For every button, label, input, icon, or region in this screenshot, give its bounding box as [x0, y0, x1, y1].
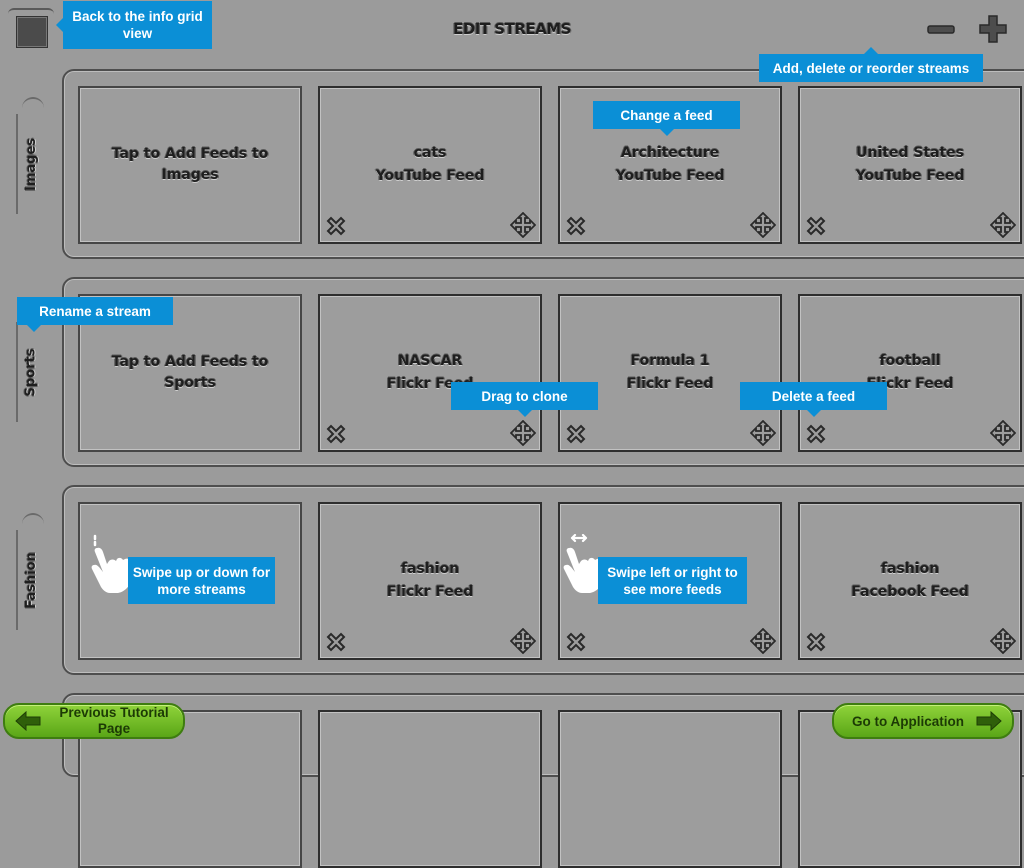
move-feed-icon[interactable]: [510, 420, 536, 446]
feed-label: cats YouTube Feed: [320, 142, 540, 188]
feed-title: fashion: [400, 561, 460, 577]
arrow-right-icon: [976, 711, 1002, 731]
feed-card[interactable]: fashion Flickr Feed: [318, 502, 542, 660]
feed-type: YouTube Feed: [855, 168, 965, 184]
feed-type: Facebook Feed: [851, 584, 969, 600]
feed-label: United States YouTube Feed: [800, 142, 1020, 188]
feed-card[interactable]: football Flickr Feed: [798, 294, 1022, 452]
delete-feed-icon[interactable]: [804, 422, 828, 446]
feed-label: Architecture YouTube Feed: [560, 142, 780, 188]
feed-card[interactable]: fashion Facebook Feed: [798, 502, 1022, 660]
callout-swipe-up-down: Swipe up or down for more streams: [128, 557, 275, 604]
move-feed-icon[interactable]: [750, 212, 776, 238]
feed-card[interactable]: cats YouTube Feed: [318, 86, 542, 244]
delete-feed-icon[interactable]: [564, 422, 588, 446]
arrow-left-icon: [15, 711, 41, 731]
delete-feed-icon[interactable]: [804, 214, 828, 238]
stream-name-tab[interactable]: Fashion: [16, 532, 46, 628]
stream-tab-arc: [22, 97, 44, 109]
feed-title: Formula 1: [630, 353, 710, 369]
previous-tutorial-label: Previous Tutorial Page: [59, 705, 169, 736]
feed-card[interactable]: United States YouTube Feed: [798, 86, 1022, 244]
move-feed-icon[interactable]: [990, 420, 1016, 446]
feed-title: Architecture: [620, 145, 720, 161]
feed-title: NASCAR: [397, 353, 463, 369]
feed-title: fashion: [880, 561, 940, 577]
callout-swipe-left-right: Swipe left or right to see more feeds: [598, 557, 747, 604]
feed-type: YouTube Feed: [615, 168, 725, 184]
delete-feed-icon[interactable]: [324, 630, 348, 654]
go-to-application-button[interactable]: Go to Application: [832, 703, 1014, 739]
delete-feed-icon[interactable]: [804, 630, 828, 654]
feed-card[interactable]: [318, 710, 542, 868]
grid-button-notch: [8, 8, 54, 14]
feed-label: fashion Facebook Feed: [800, 558, 1020, 604]
minus-icon[interactable]: [926, 14, 956, 44]
callout-drag-clone: Drag to clone: [451, 382, 598, 417]
feed-card[interactable]: [558, 710, 782, 868]
move-feed-icon[interactable]: [990, 628, 1016, 654]
feed-title: United States: [856, 145, 964, 161]
previous-tutorial-button[interactable]: Previous Tutorial Page: [3, 703, 185, 739]
add-feed-card[interactable]: Tap to Add Feeds to Images: [78, 86, 302, 244]
delete-feed-icon[interactable]: [564, 630, 588, 654]
move-feed-icon[interactable]: [750, 420, 776, 446]
delete-feed-icon[interactable]: [324, 214, 348, 238]
move-feed-icon[interactable]: [510, 212, 536, 238]
stream-tab-arc: [22, 513, 44, 525]
plus-icon[interactable]: [978, 14, 1008, 44]
move-feed-icon[interactable]: [990, 212, 1016, 238]
feed-type: Flickr Feed: [386, 584, 474, 600]
add-feed-text: Tap to Add Feeds to Images: [111, 146, 269, 183]
stream-name-tab[interactable]: Images: [16, 116, 46, 212]
feed-title: cats: [413, 145, 447, 161]
delete-feed-icon[interactable]: [564, 214, 588, 238]
callout-back-to-grid: Back to the info grid view: [56, 1, 212, 49]
feed-card[interactable]: NASCAR Flickr Feed: [318, 294, 542, 452]
callout-rename-stream: Rename a stream: [17, 297, 173, 332]
callout-change-feed: Change a feed: [593, 101, 740, 136]
stream-name-tab[interactable]: Sports: [16, 324, 46, 420]
feed-label: fashion Flickr Feed: [320, 558, 540, 604]
add-feed-text: Tap to Add Feeds to Sports: [111, 354, 269, 391]
go-to-application-label: Go to Application: [852, 713, 964, 729]
move-feed-icon[interactable]: [510, 628, 536, 654]
feed-title: football: [879, 353, 941, 369]
feed-card[interactable]: Formula 1 Flickr Feed: [558, 294, 782, 452]
callout-delete-feed: Delete a feed: [740, 382, 887, 417]
feed-type: YouTube Feed: [375, 168, 485, 184]
delete-feed-icon[interactable]: [324, 422, 348, 446]
move-feed-icon[interactable]: [750, 628, 776, 654]
callout-add-delete-reorder: Add, delete or reorder streams: [759, 47, 983, 82]
